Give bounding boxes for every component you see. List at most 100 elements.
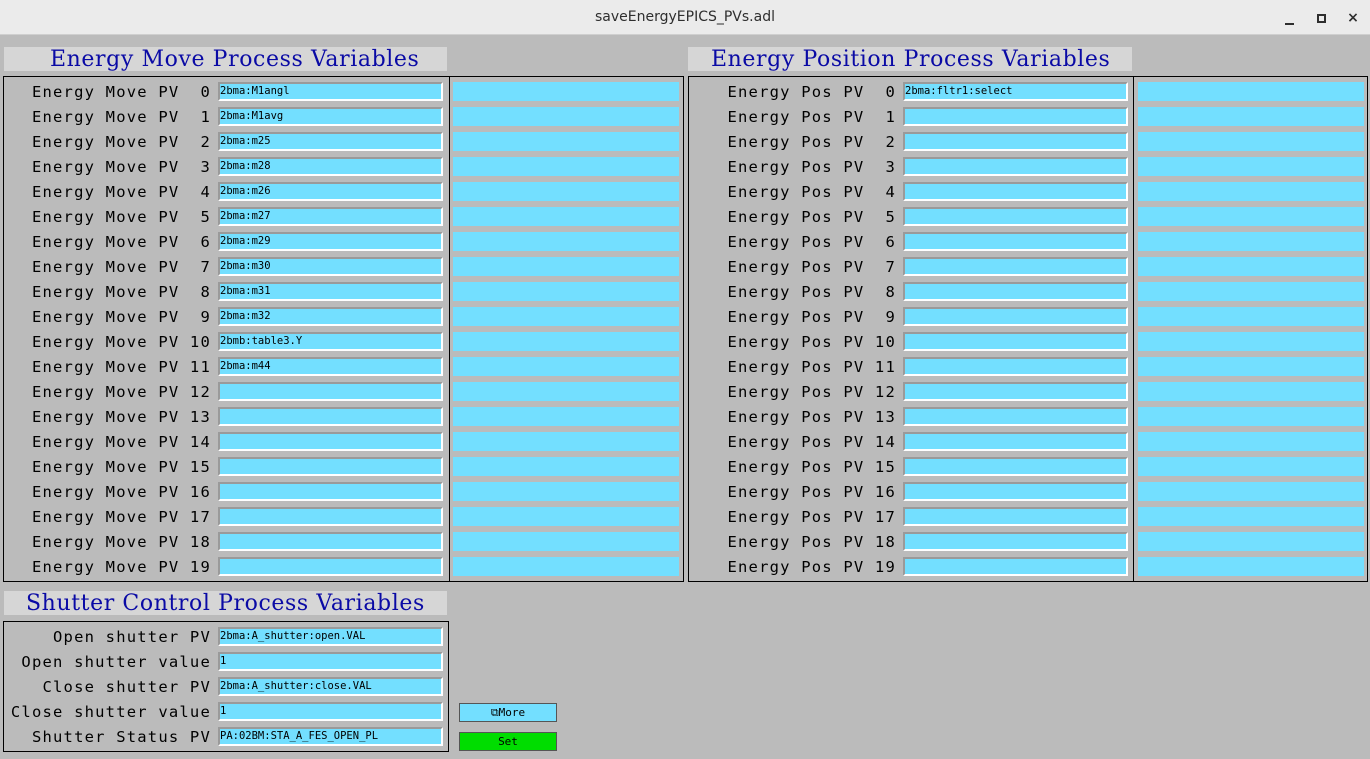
pv-input[interactable] — [903, 407, 1128, 426]
pv-input[interactable] — [218, 432, 443, 451]
pv-label: Energy Move PV 5 — [31, 208, 211, 226]
pv-label: Energy Pos PV 10 — [727, 333, 896, 351]
energy-move-row: Energy Move PV 18 — [4, 531, 684, 551]
pv-readback — [1138, 332, 1364, 351]
pv-input[interactable] — [903, 232, 1128, 251]
pv-label: Energy Move PV 11 — [31, 358, 211, 376]
pv-label: Open shutter PV — [53, 628, 211, 646]
pv-input[interactable] — [218, 482, 443, 501]
pv-input[interactable]: 2bma:m44 — [218, 357, 443, 376]
pv-label: Energy Move PV 4 — [31, 183, 211, 201]
pv-input[interactable] — [218, 457, 443, 476]
pv-input[interactable] — [903, 257, 1128, 276]
pv-input[interactable]: 2bma:A_shutter:close.VAL — [218, 677, 443, 696]
energy-move-row: Energy Move PV 8 2bma:m31 — [4, 281, 684, 301]
pv-readback — [453, 132, 679, 151]
pv-label: Energy Pos PV 17 — [727, 508, 896, 526]
pv-label: Energy Pos PV 8 — [727, 283, 896, 301]
pv-input[interactable]: 2bma:m29 — [218, 232, 443, 251]
pv-input[interactable] — [903, 482, 1128, 501]
pv-input[interactable] — [903, 132, 1128, 151]
pv-input[interactable] — [903, 432, 1128, 451]
energy-move-heading: Energy Move Process Variables — [4, 47, 447, 71]
pv-readback — [1138, 407, 1364, 426]
pv-label: Energy Pos PV 1 — [727, 108, 896, 126]
pv-label: Close shutter PV — [42, 678, 211, 696]
pv-readback — [1138, 132, 1364, 151]
shutter-row: Shutter Status PV PA:02BM:STA_A_FES_OPEN_… — [4, 726, 450, 746]
pv-input[interactable] — [218, 532, 443, 551]
pv-readback — [453, 557, 679, 576]
more-button[interactable]: ⧉More — [459, 703, 557, 722]
close-icon: × — [1347, 10, 1359, 26]
pv-label: Energy Pos PV 12 — [727, 383, 896, 401]
pv-input[interactable] — [903, 507, 1128, 526]
maximize-button[interactable] — [1309, 6, 1333, 28]
pv-input[interactable] — [903, 182, 1128, 201]
pv-input[interactable] — [903, 332, 1128, 351]
pv-input[interactable]: 2bmb:table3.Y — [218, 332, 443, 351]
pv-label: Shutter Status PV — [31, 728, 211, 746]
pv-input[interactable] — [218, 382, 443, 401]
window-title: saveEnergyEPICS_PVs.adl — [595, 9, 775, 25]
pv-readback — [453, 482, 679, 501]
pv-readback — [453, 207, 679, 226]
pv-input[interactable] — [218, 507, 443, 526]
pv-input[interactable]: 2bma:m28 — [218, 157, 443, 176]
energy-move-row: Energy Move PV 12 — [4, 381, 684, 401]
pv-label: Energy Move PV 1 — [31, 108, 211, 126]
pv-label: Close shutter value — [10, 703, 211, 721]
pv-label: Energy Move PV 18 — [31, 533, 211, 551]
energy-pos-row: Energy Pos PV 5 — [689, 206, 1369, 226]
pv-input[interactable] — [903, 557, 1128, 576]
pv-label: Energy Move PV 14 — [31, 433, 211, 451]
pv-readback — [1138, 282, 1364, 301]
energy-move-row: Energy Move PV 13 — [4, 406, 684, 426]
set-button[interactable]: Set — [459, 732, 557, 751]
pv-input[interactable] — [903, 157, 1128, 176]
energy-pos-row: Energy Pos PV 12 — [689, 381, 1369, 401]
pv-input[interactable] — [218, 557, 443, 576]
pv-input[interactable]: 1 — [218, 652, 443, 671]
pv-input[interactable]: 2bma:m30 — [218, 257, 443, 276]
pv-readback — [453, 457, 679, 476]
pv-input[interactable]: 1 — [218, 702, 443, 721]
pv-readback — [1138, 307, 1364, 326]
pv-input[interactable]: PA:02BM:STA_A_FES_OPEN_PL — [218, 727, 443, 746]
energy-pos-row: Energy Pos PV 6 — [689, 231, 1369, 251]
close-button[interactable]: × — [1341, 6, 1365, 28]
pv-input[interactable]: 2bma:M1avg — [218, 107, 443, 126]
pv-input[interactable] — [218, 407, 443, 426]
pv-label: Energy Pos PV 6 — [727, 233, 896, 251]
pv-input[interactable] — [903, 357, 1128, 376]
pv-input[interactable] — [903, 382, 1128, 401]
pv-input[interactable]: 2bma:fltr1:select — [903, 82, 1128, 101]
minimize-button[interactable] — [1277, 6, 1301, 28]
pv-input[interactable] — [903, 457, 1128, 476]
pv-input[interactable]: 2bma:A_shutter:open.VAL — [218, 627, 443, 646]
pv-label: Energy Move PV 19 — [31, 558, 211, 576]
pv-input[interactable] — [903, 207, 1128, 226]
energy-move-row: Energy Move PV 19 — [4, 556, 684, 576]
pv-label: Energy Pos PV 4 — [727, 183, 896, 201]
pv-readback — [1138, 532, 1364, 551]
pv-input[interactable]: 2bma:M1angl — [218, 82, 443, 101]
pv-input[interactable] — [903, 532, 1128, 551]
energy-move-row: Energy Move PV 5 2bma:m27 — [4, 206, 684, 226]
energy-move-row: Energy Move PV 17 — [4, 506, 684, 526]
pv-input[interactable]: 2bma:m25 — [218, 132, 443, 151]
pv-input[interactable]: 2bma:m26 — [218, 182, 443, 201]
pv-input[interactable]: 2bma:m27 — [218, 207, 443, 226]
maximize-icon — [1316, 14, 1326, 23]
pv-input[interactable] — [903, 307, 1128, 326]
pv-label: Energy Pos PV 16 — [727, 483, 896, 501]
pv-input[interactable]: 2bma:m32 — [218, 307, 443, 326]
pv-readback — [1138, 382, 1364, 401]
pv-readback — [453, 432, 679, 451]
pv-input[interactable] — [903, 107, 1128, 126]
pv-label: Energy Pos PV 9 — [727, 308, 896, 326]
energy-pos-row: Energy Pos PV 8 — [689, 281, 1369, 301]
pv-input[interactable] — [903, 282, 1128, 301]
pv-input[interactable]: 2bma:m31 — [218, 282, 443, 301]
energy-pos-heading: Energy Position Process Variables — [688, 47, 1132, 71]
